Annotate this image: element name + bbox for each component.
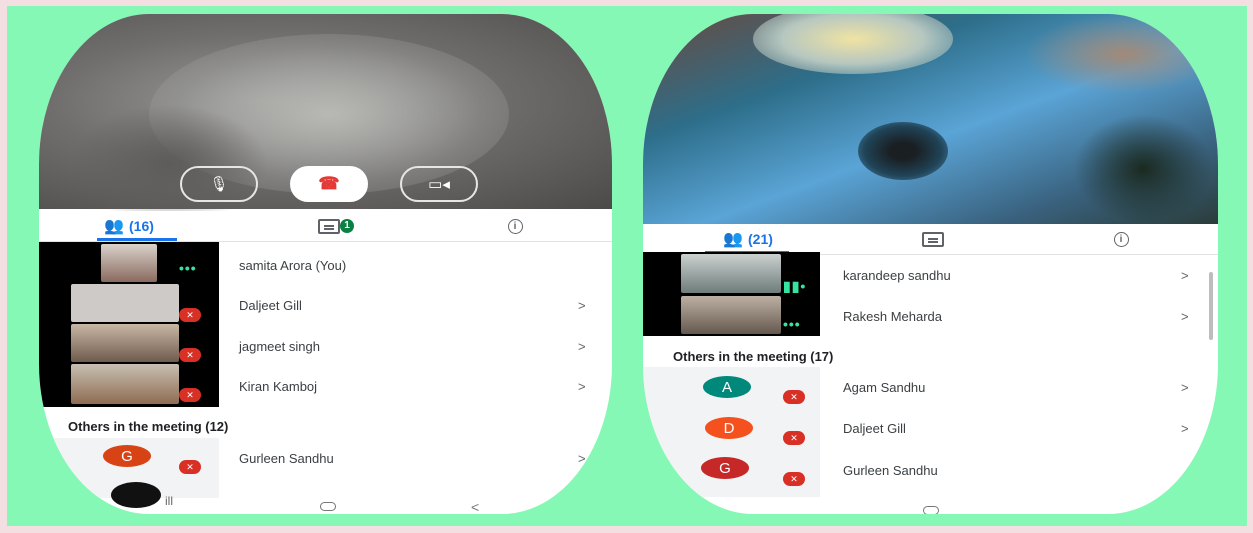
info-icon: i (507, 218, 523, 234)
people-icon: 👥 (723, 231, 743, 248)
participant-row[interactable]: Daljeet Gill > (39, 286, 612, 326)
left-phone-screen: 🎙 ☎ ▭◂ 👥 (16) 1 i ••• ✕ ✕ ✕ samita Arora… (39, 14, 612, 514)
participant-row[interactable]: Gurleen Sandhu (643, 451, 1218, 491)
info-icon: i (1113, 231, 1129, 247)
tab-info[interactable]: i (1101, 224, 1141, 254)
chat-icon (922, 231, 944, 247)
nav-back-icon[interactable]: < (471, 499, 479, 514)
mic-icon: 🎙 (209, 176, 229, 193)
chevron-right-icon: > (1181, 380, 1189, 395)
participant-name: Rakesh Meharda (843, 309, 942, 324)
participant-name: samita Arora (You) (239, 258, 347, 273)
participant-row[interactable]: Daljeet Gill > (643, 409, 1218, 449)
partial-name: ill (165, 494, 173, 508)
participant-row[interactable]: Agam Sandhu > (643, 368, 1218, 408)
people-icon: 👥 (104, 218, 124, 235)
chevron-right-icon: > (578, 379, 586, 394)
camera-icon: ▭◂ (428, 176, 450, 193)
end-call-button[interactable]: ☎ (290, 166, 368, 202)
tab-chat[interactable] (913, 224, 953, 254)
nav-home-icon[interactable] (923, 506, 939, 514)
participants-count: (21) (748, 231, 773, 247)
tab-chat[interactable]: 1 (309, 211, 354, 241)
participant-name: jagmeet singh (239, 339, 320, 354)
chevron-right-icon: > (578, 451, 586, 466)
participant-row[interactable]: Gurleen Sandhu > (39, 439, 612, 479)
meeting-tabs: 👥 (16) 1 i (39, 211, 612, 242)
participant-name: Gurleen Sandhu (239, 451, 334, 466)
chevron-right-icon: > (1181, 421, 1189, 436)
scrollbar[interactable] (1209, 272, 1213, 340)
avatar (111, 482, 161, 508)
participant-row[interactable]: karandeep sandhu > (643, 256, 1218, 296)
chat-badge: 1 (340, 218, 354, 233)
tab-info[interactable]: i (495, 211, 535, 241)
participant-row[interactable]: jagmeet singh > (39, 327, 612, 367)
others-heading: Others in the meeting (12) (68, 419, 229, 434)
participant-name: Daljeet Gill (843, 421, 906, 436)
participant-name: karandeep sandhu (843, 268, 951, 283)
participant-name: Agam Sandhu (843, 380, 926, 395)
active-tab-indicator (97, 238, 177, 241)
participant-row[interactable]: Rakesh Meharda > (643, 297, 1218, 337)
participant-row[interactable]: Kiran Kamboj > (39, 367, 612, 407)
participant-name: Daljeet Gill (239, 298, 302, 313)
participant-name: Kiran Kamboj (239, 379, 318, 394)
tab-participants[interactable]: 👥 (21) (703, 224, 793, 254)
chevron-right-icon: > (578, 339, 586, 354)
nav-home-icon[interactable] (320, 502, 336, 511)
chevron-right-icon: > (1181, 268, 1189, 283)
participant-name: Gurleen Sandhu (843, 463, 938, 478)
end-call-icon: ☎ (318, 174, 340, 193)
meeting-tabs: 👥 (21) i (643, 224, 1218, 255)
participants-count: (16) (129, 218, 154, 234)
participant-row[interactable]: samita Arora (You) (39, 246, 612, 286)
tab-participants[interactable]: 👥 (16) (79, 211, 179, 241)
others-heading: Others in the meeting (17) (673, 349, 834, 364)
mic-button[interactable]: 🎙 (180, 166, 258, 202)
chevron-right-icon: > (1181, 309, 1189, 324)
camera-button[interactable]: ▭◂ (400, 166, 478, 202)
main-video-feed (643, 14, 1218, 224)
chat-icon: 1 (318, 218, 354, 234)
chevron-right-icon: > (578, 298, 586, 313)
right-phone-screen: 👥 (21) i ▮▮• ••• karandeep sandhu > Rake… (643, 14, 1218, 514)
